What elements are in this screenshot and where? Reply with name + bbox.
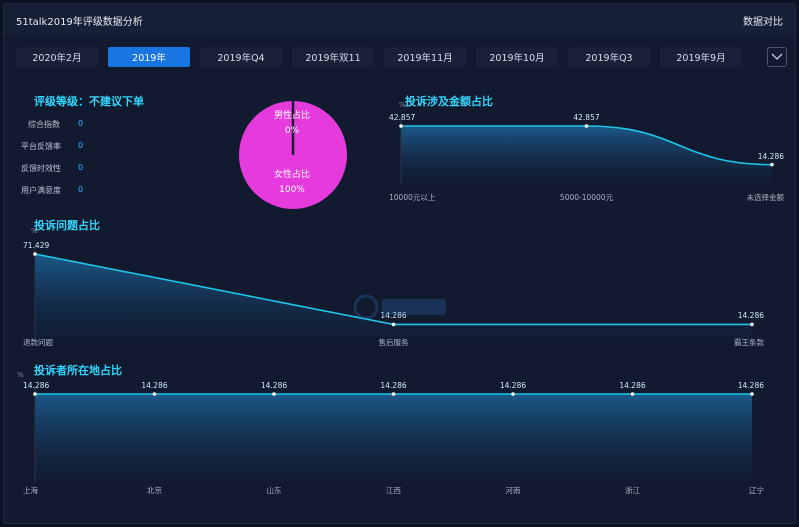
region-point bbox=[152, 392, 157, 396]
region-category-label: 山东 bbox=[266, 486, 282, 495]
amount-area bbox=[401, 126, 772, 184]
amount-value-label: 42.857 bbox=[389, 113, 416, 122]
amount-category-label: 10000元以上 bbox=[389, 193, 436, 202]
amount-value-label: 14.286 bbox=[757, 151, 784, 161]
region-value-label: 14.286 bbox=[141, 381, 168, 390]
region-value-label: 14.286 bbox=[260, 381, 288, 390]
region-point bbox=[391, 392, 396, 396]
region-point bbox=[511, 392, 515, 396]
region-point bbox=[272, 392, 276, 396]
region-category-label: 河南 bbox=[505, 486, 521, 495]
amount-category-label: 5000-10000元 bbox=[559, 193, 614, 202]
region-point bbox=[630, 392, 635, 396]
amount-point bbox=[399, 124, 403, 128]
region-value-label: 14.286 bbox=[499, 381, 527, 390]
region-category-label: 辽宁 bbox=[749, 486, 764, 495]
issue-point bbox=[33, 252, 37, 256]
amount-value-label: 42.857 bbox=[573, 113, 600, 122]
region-point bbox=[750, 392, 754, 396]
region-point bbox=[33, 392, 37, 396]
region-value-label: 14.286 bbox=[737, 381, 764, 390]
watermark-logo-icon bbox=[353, 294, 446, 320]
region-category-label: 浙江 bbox=[625, 486, 640, 495]
region-category-label: 江西 bbox=[386, 486, 401, 495]
amount-point bbox=[770, 162, 774, 167]
region-value-label: 14.286 bbox=[380, 381, 407, 390]
issue-category-label: 退款问题 bbox=[23, 338, 53, 347]
region-category-label: 上海 bbox=[23, 486, 38, 495]
issue-category-label: 霸王条款 bbox=[734, 338, 764, 347]
region-value-label: 14.286 bbox=[23, 381, 50, 390]
amount-category-label: 未选择金额 bbox=[746, 193, 785, 202]
issue-category-label: 售后服务 bbox=[378, 338, 409, 347]
area-charts-layer bbox=[33, 118, 774, 482]
issue-point bbox=[750, 322, 754, 327]
amount-point bbox=[584, 124, 589, 128]
dashboard-frame: 51talk2019年评级数据分析 数据对比 2020年2月 2019年 201… bbox=[3, 3, 796, 524]
region-value-label: 14.286 bbox=[619, 381, 646, 390]
issue-value-label: 14.286 bbox=[737, 311, 764, 321]
region-category-label: 北京 bbox=[147, 486, 162, 495]
region-area bbox=[35, 394, 752, 482]
issue-value-label: 71.429 bbox=[23, 241, 50, 250]
